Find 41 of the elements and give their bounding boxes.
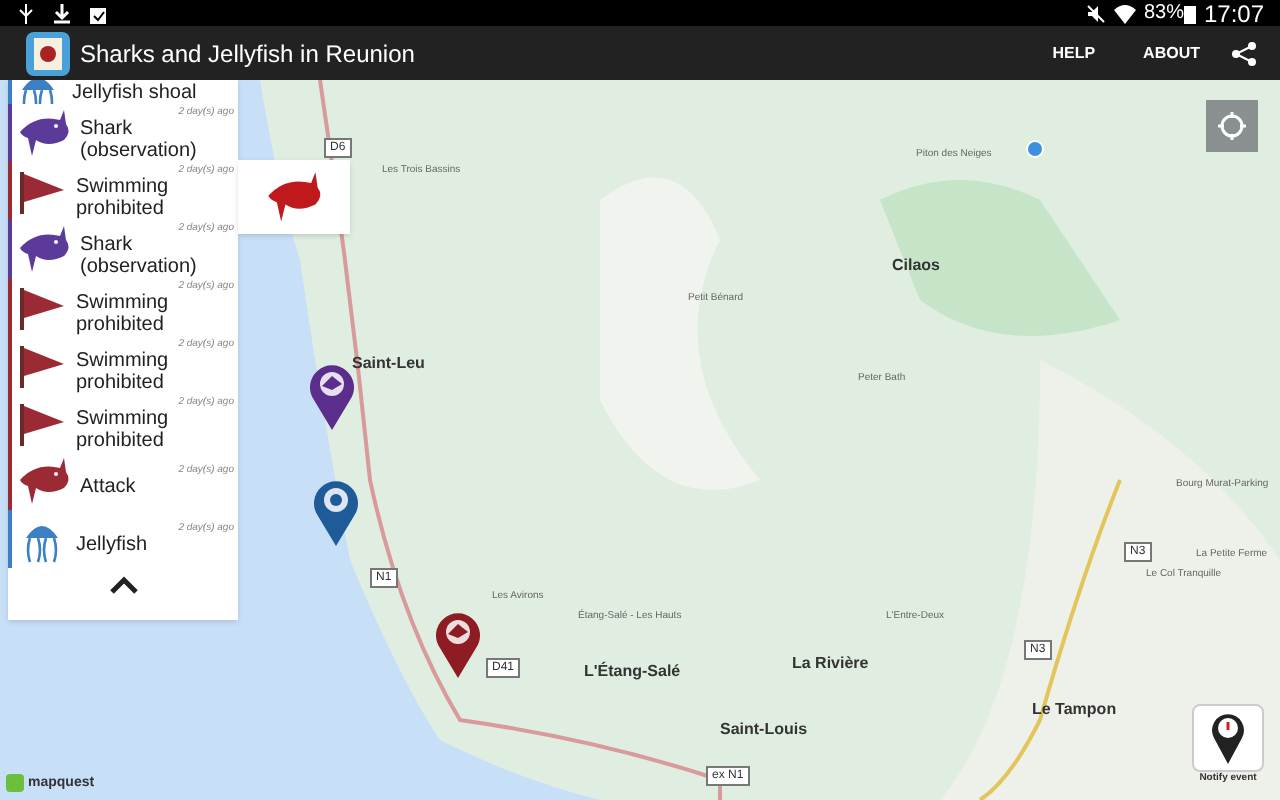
event-label: Swimming prohibited <box>76 175 171 219</box>
crosshair-icon <box>1216 110 1248 142</box>
usb-icon <box>16 3 36 23</box>
place-label: Saint-Louis <box>720 718 808 742</box>
popup-card[interactable] <box>238 160 350 234</box>
place-label: Saint-Leu <box>352 352 425 376</box>
share-icon[interactable] <box>1232 41 1256 65</box>
notify-button[interactable] <box>1192 704 1264 772</box>
download-icon <box>52 3 72 23</box>
pin-alert-icon <box>1210 710 1246 766</box>
action-button[interactable]: HELP <box>1028 41 1120 65</box>
mapquest-logo-icon <box>6 774 24 793</box>
place-label: La Rivière <box>792 652 869 676</box>
event-label: Swimming prohibited <box>76 291 171 335</box>
shark-icon <box>16 455 72 507</box>
place-label: L'Étang-Salé <box>584 660 681 684</box>
battery-icon <box>1183 3 1196 23</box>
chevron-up-icon[interactable] <box>109 576 137 594</box>
event-label: Attack <box>80 476 138 498</box>
event-label: Jellyfish shoal <box>72 81 199 103</box>
wifi-icon <box>1113 3 1136 23</box>
map-pin-icon[interactable] <box>312 476 360 548</box>
event-label: Shark (observation) <box>80 233 199 277</box>
app-logo-icon <box>24 29 72 77</box>
battery-percent: 83% <box>1143 0 1184 28</box>
map-pin-icon[interactable] <box>308 360 356 432</box>
event-row[interactable]: Jellyfish shoal <box>8 80 238 104</box>
event-label: Jellyfish <box>76 534 150 556</box>
app-title: Sharks and Jellyfish in Reunion <box>80 37 415 71</box>
mute-icon <box>1085 3 1106 23</box>
action-button[interactable]: ABOUT <box>1119 41 1224 65</box>
shark-icon <box>16 107 72 159</box>
map-pin-icon[interactable] <box>434 608 482 680</box>
shark-icon <box>16 223 72 275</box>
event-label: Swimming prohibited <box>76 349 171 393</box>
place-label: Cilaos <box>892 254 941 278</box>
clock: 17:07 <box>1203 0 1264 31</box>
shark-icon <box>264 169 324 225</box>
locate-button[interactable] <box>1206 100 1258 152</box>
event-label: Swimming prohibited <box>76 407 171 451</box>
event-label: Shark (observation) <box>80 117 199 161</box>
